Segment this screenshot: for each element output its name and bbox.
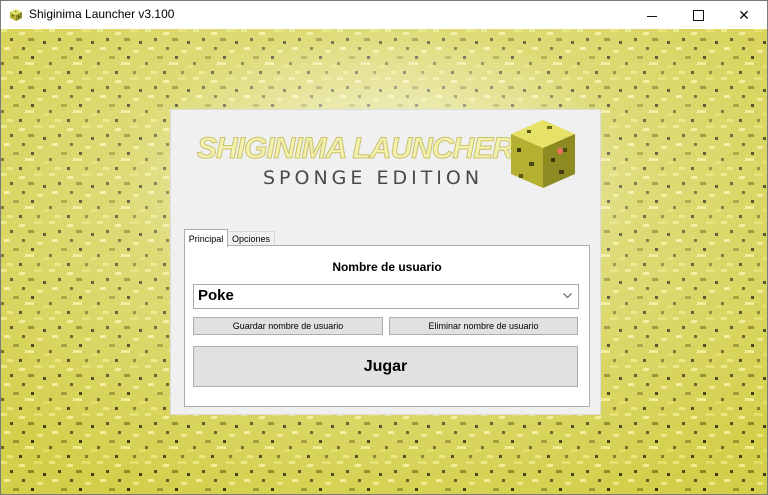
close-button[interactable]: ✕ bbox=[721, 1, 767, 29]
minimize-button[interactable] bbox=[629, 1, 675, 29]
tab-opciones[interactable]: Opciones bbox=[227, 231, 275, 246]
username-label: Nombre de usuario bbox=[332, 260, 442, 274]
sponge-block-icon bbox=[511, 120, 575, 188]
launcher-panel: SHIGINIMA LAUNCHER SPONGE EDITION Princi… bbox=[170, 109, 601, 415]
username-value: Poke bbox=[198, 287, 234, 304]
tab-principal[interactable]: Principal bbox=[184, 229, 228, 247]
tab-page-principal: Nombre de usuario Poke Guardar nombre de… bbox=[184, 245, 590, 407]
title-bar[interactable]: Shiginima Launcher v3.100 ✕ bbox=[1, 1, 767, 29]
chevron-down-icon[interactable] bbox=[563, 293, 572, 299]
launcher-window: Shiginima Launcher v3.100 ✕ SHIGINIMA LA… bbox=[0, 0, 768, 495]
minimize-icon bbox=[647, 15, 657, 17]
remove-username-button[interactable]: Eliminar nombre de usuario bbox=[389, 317, 578, 335]
maximize-button[interactable] bbox=[675, 1, 721, 29]
save-username-button[interactable]: Guardar nombre de usuario bbox=[193, 317, 383, 335]
maximize-icon bbox=[692, 9, 704, 21]
window-title: Shiginima Launcher v3.100 bbox=[29, 7, 175, 21]
close-icon: ✕ bbox=[738, 6, 750, 23]
logo-title: SHIGINIMA LAUNCHER bbox=[197, 132, 514, 165]
client-area: SHIGINIMA LAUNCHER SPONGE EDITION Princi… bbox=[1, 29, 767, 494]
logo-subtitle: SPONGE EDITION bbox=[263, 167, 483, 189]
username-combobox[interactable]: Poke bbox=[193, 284, 579, 309]
launcher-logo: SHIGINIMA LAUNCHER SPONGE EDITION bbox=[197, 120, 575, 189]
play-button[interactable]: Jugar bbox=[193, 346, 578, 387]
sponge-cube-icon bbox=[10, 9, 22, 21]
